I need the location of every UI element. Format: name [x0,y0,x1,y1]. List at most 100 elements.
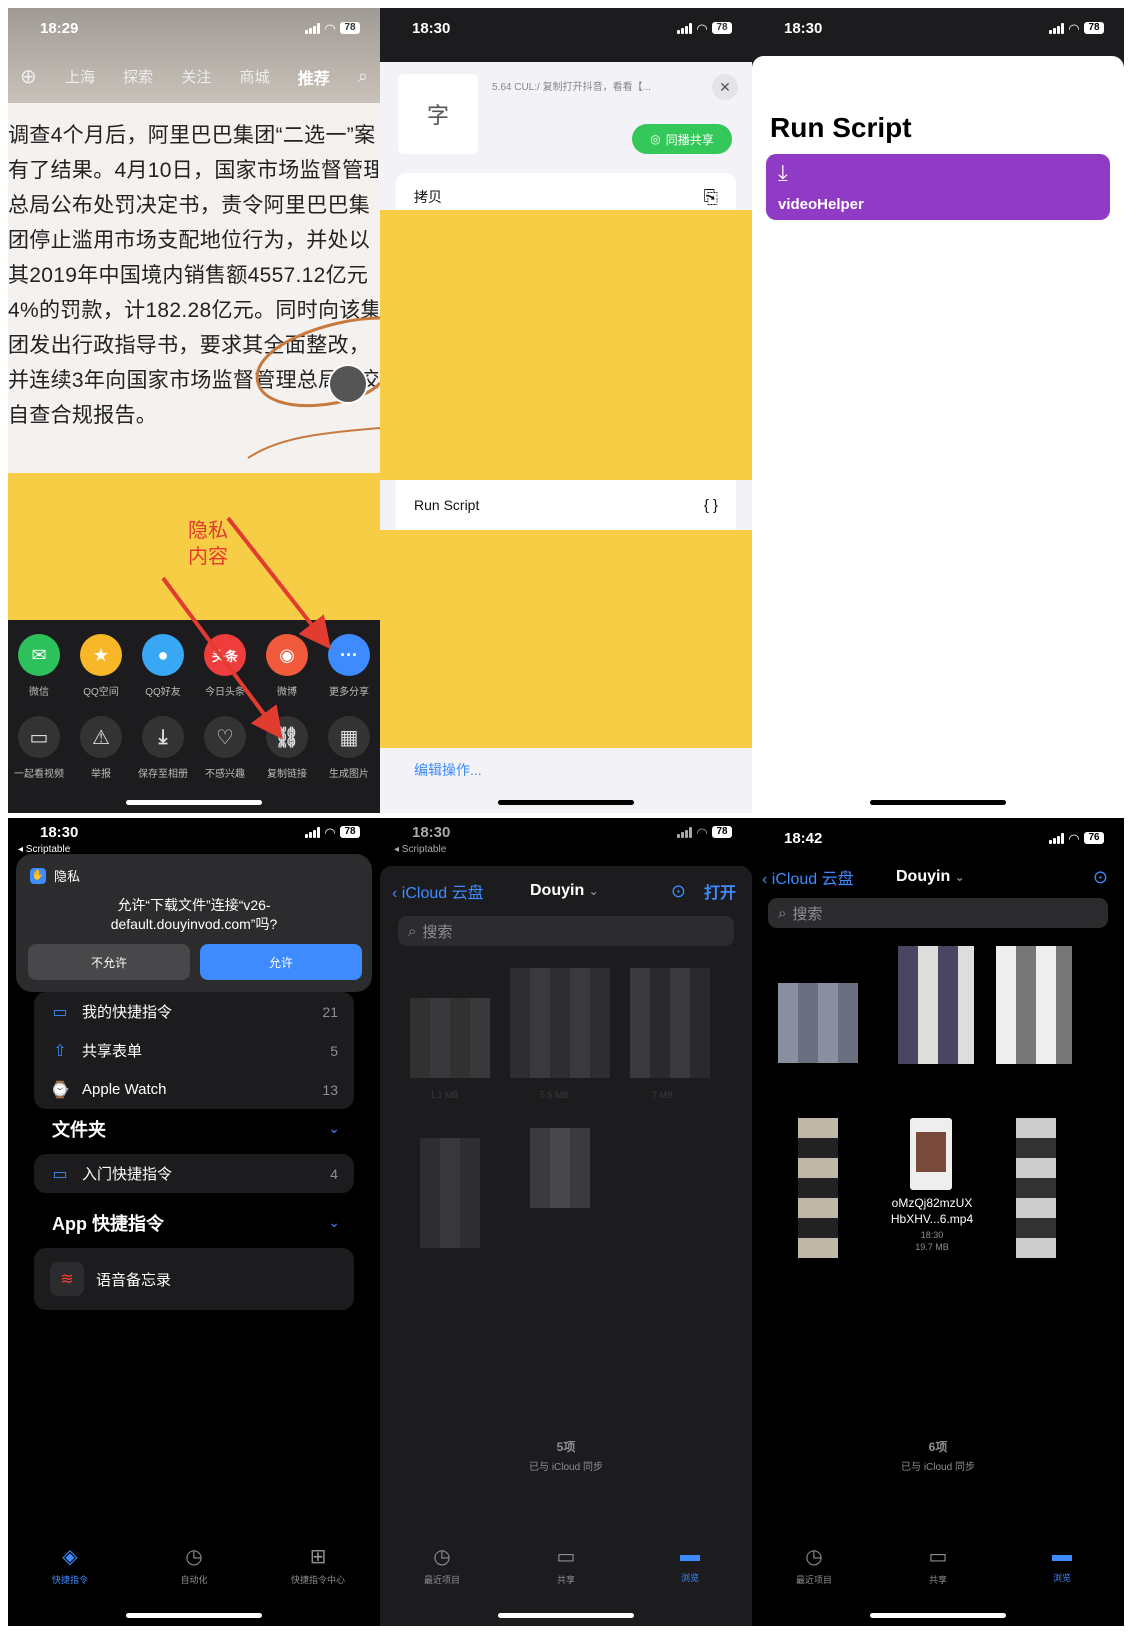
folder-count: 4 [330,1165,338,1182]
tab-label: 最近项目 [423,1575,460,1585]
file-thumb[interactable] [778,983,858,1063]
back-button[interactable]: ‹ iCloud 云盘 [762,865,854,889]
folder-icon: ▬ [1052,1544,1072,1566]
more-icon[interactable]: ⊙ [1093,867,1108,888]
article-line: 调查4个月后，阿里巴巴集团“二选一”案 [8,124,376,147]
shareplay-button[interactable]: ◎ 同播共享 [632,124,732,154]
more-icon[interactable]: ⊙ [671,881,686,902]
share-label: 复制链接 [267,769,307,780]
list-item-my-shortcuts[interactable]: ▭ 我的快捷指令 21 [34,992,354,1031]
nav-tab-mall[interactable]: 商城 [240,66,270,87]
nav-tab-recommend[interactable]: 推荐 [298,65,330,89]
search-placeholder: 搜索 [792,905,823,923]
wifi-icon: ◠ [1069,20,1079,36]
file-thumb[interactable] [798,1118,838,1258]
tab-label: 浏览 [680,1573,699,1583]
wifi-icon: ◠ [697,824,707,840]
share-qzone[interactable]: ★ QQ空间 [72,634,130,698]
folder-icon: ▬ [680,1544,700,1566]
folder-item-starter[interactable]: ▭ 入门快捷指令 4 [34,1154,354,1193]
file-thumb[interactable] [630,968,710,1078]
close-button[interactable]: ✕ [712,74,738,100]
shortcuts-icon: ▭ [52,1003,68,1021]
gallery-icon: ⊞ [309,1546,327,1568]
tab-shortcuts[interactable]: ◈ 快捷指令 [25,1544,115,1586]
script-tile-videohelper[interactable]: ⤓ videoHelper [766,154,1110,220]
article-line: 团停止滥用市场支配地位行为，并处以 [8,229,371,252]
share-label: QQ空间 [83,687,119,698]
tab-recents[interactable]: ◷ 最近项目 [769,1544,859,1586]
file-name-line: HbXHV...6.mp4 [890,1212,974,1226]
list-item-apple-watch[interactable]: ⌚ Apple Watch 13 [34,1070,354,1109]
list-count: 5 [330,1042,338,1059]
red-arrows [161,516,331,740]
back-button[interactable]: ‹ iCloud 云盘 [392,879,484,903]
list-label: Apple Watch [82,1081,167,1098]
hand-icon: ✋ [30,867,46,884]
chevron-down-icon[interactable]: ⌄ [328,1120,340,1137]
tab-automation[interactable]: ◷ 自动化 [149,1544,239,1586]
tab-label: 快捷指令 [51,1575,88,1585]
chevron-down-icon[interactable]: ⌄ [328,1214,340,1231]
search-field[interactable]: ⌕ 搜索 [398,916,734,946]
alert-header: ✋ 隐私 [30,866,80,885]
folder-title[interactable]: Douyin ⌄ [896,868,965,886]
items-count: 6项 [928,1440,948,1454]
folder-title[interactable]: Douyin ⌄ [530,882,599,900]
tab-gallery[interactable]: ⊞ 快捷指令中心 [273,1544,363,1586]
chevron-down-icon: ⌄ [588,884,599,898]
file-thumb[interactable] [410,998,490,1078]
allow-button[interactable]: 允许 [200,944,362,980]
shortcuts-panel: 18:30 ◂ Scriptable ◠ 78 ✋ 隐私 允许“下载文件”连接“… [8,818,380,1626]
signal-icon [677,826,692,838]
privacy-mask [380,210,752,480]
battery-icon: 78 [1084,22,1104,34]
app-item-voice-memos[interactable]: ≋ 语音备忘录 [34,1248,354,1310]
run-script-label: Run Script [414,497,480,513]
text-glyph: 字 [426,103,449,128]
search-field[interactable]: ⌕ 搜索 [768,898,1108,928]
tab-label: 浏览 [1052,1573,1071,1583]
status-time: 18:30 [40,824,79,841]
shared-folder-icon: ▭ [556,1546,576,1568]
file-thumb[interactable] [510,968,610,1078]
tab-shared[interactable]: ▭ 共享 [893,1544,983,1586]
file-thumb[interactable] [420,1138,480,1248]
file-thumb[interactable] [996,946,1072,1064]
clock-icon: ◷ [805,1546,823,1568]
edit-actions-link[interactable]: 编辑操作... [414,760,482,780]
nav-tab-explore[interactable]: 探索 [123,66,153,87]
tab-shared[interactable]: ▭ 共享 [521,1544,611,1586]
status-time: 18:30 [412,20,451,37]
back-to-app[interactable]: ◂ Scriptable [394,844,446,855]
file-thumb[interactable] [1016,1118,1056,1258]
nav-tab-shanghai[interactable]: 上海 [65,66,95,87]
signal-icon [305,826,320,838]
wifi-icon: ◠ [1069,830,1079,846]
open-button[interactable]: 打开 [704,879,736,903]
tab-recents[interactable]: ◷ 最近项目 [397,1544,487,1586]
file-thumb[interactable] [530,1128,590,1208]
file-thumb-video[interactable] [910,1118,952,1190]
file-thumb[interactable] [898,946,974,1064]
nav-tab-following[interactable]: 关注 [181,66,211,87]
action-watch-together[interactable]: ▭ 一起看视频 [10,716,68,780]
tab-browse[interactable]: ▬ 浏览 [1017,1544,1107,1586]
share-label: 一起看视频 [14,769,64,780]
tab-browse[interactable]: ▬ 浏览 [645,1544,735,1586]
deny-button[interactable]: 不允许 [28,944,190,980]
sync-status: 已与 iCloud 同步 [529,1462,603,1473]
search-icon[interactable]: ⌕ [358,66,368,87]
share-wechat[interactable]: ✉ 微信 [10,634,68,698]
alert-line: default.douyinvod.com”吗? [110,916,278,932]
action-run-script[interactable]: Run Script { } [396,480,736,530]
add-icon[interactable]: ⊕ [20,64,37,89]
signal-icon [677,22,692,34]
battery-icon: 78 [340,826,360,838]
alert-title: 隐私 [54,869,81,884]
action-report[interactable]: ⚠ 举报 [72,716,130,780]
list-count: 21 [322,1003,338,1020]
list-item-share-sheet[interactable]: ⇧ 共享表单 5 [34,1031,354,1070]
avatar[interactable] [328,364,368,404]
file-time: 18:30 [920,1230,944,1240]
